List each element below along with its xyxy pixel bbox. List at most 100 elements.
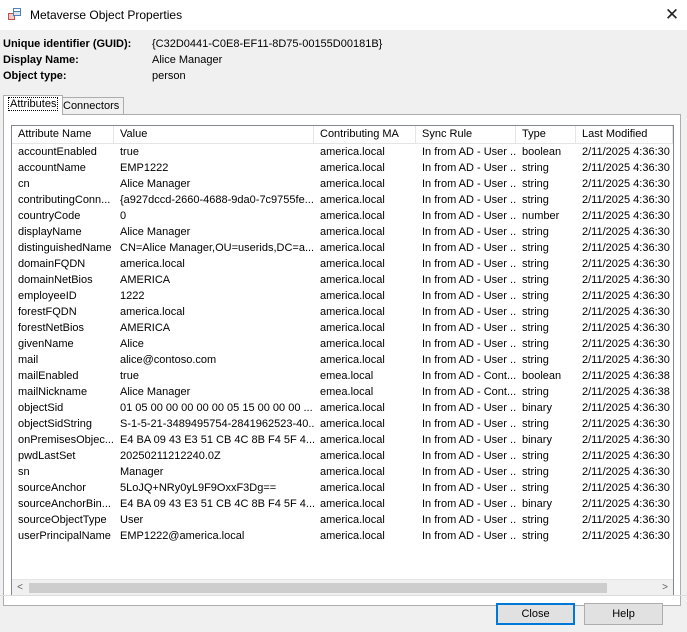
metaverse-object-icon — [8, 8, 21, 20]
list-header: Attribute Name Value Contributing MA Syn… — [12, 126, 673, 144]
horizontal-scrollbar[interactable]: < > — [12, 579, 673, 595]
table-row[interactable]: sourceAnchor 5LoJQ+NRy0yL9F9OxxF3Dg== amer… — [12, 480, 673, 496]
table-cell: employeeID — [18, 290, 77, 302]
table-cell: america.local — [320, 466, 385, 478]
table-row[interactable]: displayName Alice Manager america.local In … — [12, 224, 673, 240]
table-cell: string — [522, 322, 549, 334]
table-row[interactable]: objectSidString S-1-5-21-3489495754-28419… — [12, 416, 673, 432]
table-cell: In from AD - User ... — [422, 258, 516, 270]
table-cell: 2/11/2025 4:36:30 — [582, 402, 670, 414]
table-cell: america.local — [320, 290, 385, 302]
table-cell: 2/11/2025 4:36:30 — [582, 530, 670, 542]
table-cell: 2/11/2025 4:36:30 — [582, 178, 670, 190]
table-cell: In from AD - User ... — [422, 418, 516, 430]
table-cell: mailEnabled — [18, 370, 79, 382]
table-cell: string — [522, 178, 549, 190]
table-cell: 2/11/2025 4:36:30 — [582, 322, 670, 334]
table-cell: america.local — [320, 178, 385, 190]
table-cell: In from AD - Cont... — [422, 386, 516, 398]
column-header[interactable]: Value — [114, 126, 314, 143]
table-cell: 2/11/2025 4:36:30 — [582, 258, 670, 270]
table-cell: In from AD - User ... — [422, 178, 516, 190]
table-cell: In from AD - Cont... — [422, 370, 516, 382]
column-header[interactable]: Attribute Name — [12, 126, 114, 143]
column-header[interactable]: Last Modified — [576, 126, 673, 143]
table-cell: mailNickname — [18, 386, 88, 398]
tab-connectors-label: Connectors — [63, 100, 120, 112]
table-cell: america.local — [120, 306, 185, 318]
table-cell: In from AD - User ... — [422, 162, 516, 174]
table-row[interactable]: onPremisesObjec... E4 BA 09 43 E3 51 CB 4… — [12, 432, 673, 448]
table-cell: boolean — [522, 146, 562, 158]
table-cell: america.local — [320, 210, 385, 222]
table-cell: america.local — [320, 514, 385, 526]
table-cell: In from AD - User ... — [422, 210, 516, 222]
table-cell: america.local — [320, 258, 385, 270]
column-header[interactable]: Contributing MA — [314, 126, 416, 143]
scroll-left-icon[interactable]: < — [12, 580, 28, 595]
table-cell: true — [120, 370, 139, 382]
table-row[interactable]: objectSid 01 05 00 00 00 00 00 05 15 00 0… — [12, 400, 673, 416]
table-cell: In from AD - User ... — [422, 194, 516, 206]
table-cell: In from AD - User ... — [422, 226, 516, 238]
scrollbar-thumb[interactable] — [29, 583, 607, 593]
table-row[interactable]: sourceObjectType User america.local In from… — [12, 512, 673, 528]
table-row[interactable]: accountEnabled true america.local In from A… — [12, 144, 673, 160]
table-cell: cn — [18, 178, 30, 190]
table-row[interactable]: mail alice@contoso.com america.local In fro… — [12, 352, 673, 368]
table-row[interactable]: forestFQDN america.local america.local In f… — [12, 304, 673, 320]
table-cell: string — [522, 274, 549, 286]
tab-connectors[interactable]: Connectors — [58, 97, 125, 115]
table-row[interactable]: givenName Alice america.local In from AD - … — [12, 336, 673, 352]
table-cell: sourceAnchor — [18, 482, 86, 494]
guid-label: Unique identifier (GUID): — [3, 38, 132, 50]
table-row[interactable]: countryCode 0 america.local In from AD - Us… — [12, 208, 673, 224]
table-row[interactable]: employeeID 1222 america.local In from AD - … — [12, 288, 673, 304]
display-name-label: Display Name: — [3, 54, 79, 66]
scroll-right-icon[interactable]: > — [657, 580, 673, 595]
table-cell: binary — [522, 498, 552, 510]
table-row[interactable]: pwdLastSet 20250211212240.0Z america.local… — [12, 448, 673, 464]
table-cell: 5LoJQ+NRy0yL9F9OxxF3Dg== — [120, 482, 277, 494]
table-cell: string — [522, 162, 549, 174]
table-row[interactable]: forestNetBios AMERICA america.local In from… — [12, 320, 673, 336]
attributes-list[interactable]: Attribute Name Value Contributing MA Syn… — [11, 125, 674, 596]
table-cell: 2/11/2025 4:36:30 — [582, 498, 670, 510]
table-row[interactable]: cn Alice Manager america.local In from AD -… — [12, 176, 673, 192]
table-row[interactable]: domainFQDN america.local america.local In f… — [12, 256, 673, 272]
table-cell: accountEnabled — [18, 146, 97, 158]
table-cell: america.local — [120, 258, 185, 270]
table-cell: string — [522, 242, 549, 254]
table-cell: string — [522, 338, 549, 350]
table-cell: sn — [18, 466, 30, 478]
table-row[interactable]: domainNetBios AMERICA america.local In from… — [12, 272, 673, 288]
table-row[interactable]: distinguishedName CN=Alice Manager,OU=use… — [12, 240, 673, 256]
table-cell: america.local — [320, 146, 385, 158]
table-cell: CN=Alice Manager,OU=userids,DC=a... — [120, 242, 314, 254]
table-cell: In from AD - User ... — [422, 514, 516, 526]
table-cell: string — [522, 482, 549, 494]
table-cell: binary — [522, 402, 552, 414]
table-cell: number — [522, 210, 560, 222]
table-row[interactable]: sourceAnchorBin... E4 BA 09 43 E3 51 CB 4… — [12, 496, 673, 512]
column-header[interactable]: Type — [516, 126, 576, 143]
table-row[interactable]: userPrincipalName EMP1222@america.local am… — [12, 528, 673, 544]
close-window-button[interactable]: ✕ — [660, 4, 684, 26]
table-row[interactable]: accountName EMP1222 america.local In from A… — [12, 160, 673, 176]
window-title: Metaverse Object Properties — [30, 8, 183, 22]
table-cell: alice@contoso.com — [120, 354, 217, 366]
table-row[interactable]: mailNickname Alice Manager emea.local In fr… — [12, 384, 673, 400]
table-row[interactable]: sn Manager america.local In from AD - User … — [12, 464, 673, 480]
table-cell: string — [522, 418, 549, 430]
table-cell: In from AD - User ... — [422, 274, 516, 286]
table-cell: {a927dccd-2660-4688-9da0-7c9755fe... — [120, 194, 314, 206]
column-header[interactable]: Sync Rule — [416, 126, 516, 143]
help-button[interactable]: Help — [584, 603, 663, 625]
tab-attributes[interactable]: Attributes — [3, 95, 64, 115]
table-row[interactable]: contributingConn... {a927dccd-2660-4688-9… — [12, 192, 673, 208]
table-cell: 2/11/2025 4:36:30 — [582, 210, 670, 222]
table-cell: 2/11/2025 4:36:30 — [582, 482, 670, 494]
table-cell: Alice Manager — [120, 386, 191, 398]
table-row[interactable]: mailEnabled true emea.local In from AD - Co… — [12, 368, 673, 384]
close-button[interactable]: Close — [496, 603, 575, 625]
